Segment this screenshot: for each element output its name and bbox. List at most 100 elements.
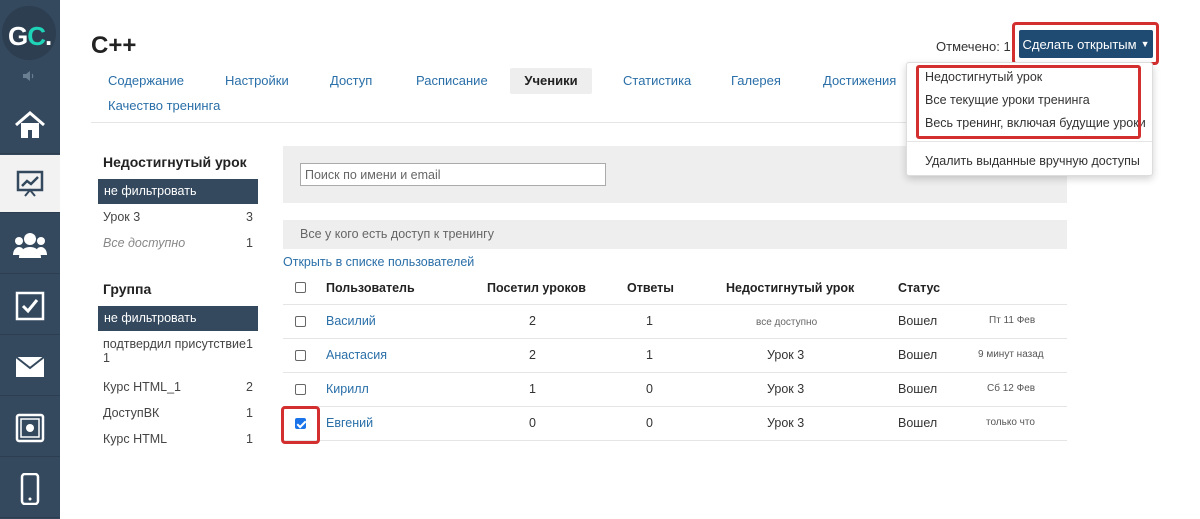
tab-students[interactable]: Ученики (510, 68, 592, 94)
filter-group-item[interactable]: ДоступВК 1 (103, 406, 253, 420)
visited-count: 1 (529, 382, 536, 396)
tab-content[interactable]: Содержание (108, 68, 184, 94)
last-visit-date: Пт 11 Фев (989, 315, 1036, 326)
answers-count: 1 (646, 314, 653, 328)
user-link[interactable]: Евгений (326, 416, 373, 430)
lesson-value: Урок 3 (767, 382, 805, 396)
sidebar-item-safe[interactable] (0, 399, 60, 457)
filter-label: Курс HTML (103, 432, 168, 446)
column-header-lesson[interactable]: Недостигнутый урок (726, 281, 854, 295)
last-visit-date: только что (986, 417, 1035, 428)
highlight-checked-row (281, 406, 320, 444)
highlight-dropdown-items (916, 65, 1141, 139)
filter-heading-group: Группа (103, 281, 152, 297)
status-value: Вошел (898, 348, 938, 362)
filter-group-item[interactable]: подтвердил присутствие 1 1 (103, 337, 253, 365)
column-header-user[interactable]: Пользователь (326, 281, 415, 295)
filter-lesson-no-filter[interactable]: не фильтровать (98, 179, 258, 204)
filter-group-item[interactable]: Курс HTML 1 (103, 432, 253, 446)
filter-count: 1 (246, 406, 253, 420)
filter-label: ДоступВК (103, 406, 160, 420)
filter-label-wrap: 1 (103, 351, 110, 365)
row-checkbox[interactable] (295, 316, 306, 327)
row-divider (283, 372, 1067, 373)
filter-heading-lesson: Недостигнутый урок (103, 154, 247, 170)
row-divider (283, 440, 1067, 441)
presentation-chart-icon (16, 170, 44, 197)
checkbox-icon (15, 291, 45, 320)
filter-count: 3 (246, 210, 253, 224)
sidebar-item-users[interactable] (0, 216, 60, 274)
filter-count: 1 (246, 236, 253, 250)
filter-label: Все доступно (103, 236, 186, 250)
visited-count: 2 (529, 314, 536, 328)
tab-gallery[interactable]: Галерея (731, 68, 781, 94)
dropdown-item-remove-manual-access[interactable]: Удалить выданные вручную доступы (925, 154, 1140, 168)
tab-settings[interactable]: Настройки (225, 68, 289, 94)
user-link[interactable]: Кирилл (326, 382, 369, 396)
lesson-value: все доступно (756, 317, 818, 328)
tab-achievements[interactable]: Достижения (823, 68, 896, 94)
visited-count: 2 (529, 348, 536, 362)
search-input[interactable] (300, 163, 606, 186)
filter-count: 2 (246, 380, 253, 394)
access-filter-bar[interactable]: Все у кого есть доступ к тренингу (283, 220, 1067, 249)
answers-count: 0 (646, 382, 653, 396)
main-sidebar: GC. (0, 0, 60, 519)
lesson-value: Урок 3 (767, 348, 805, 362)
last-visit-date: Сб 12 Фев (987, 383, 1036, 394)
logo-letter-g: G (8, 21, 28, 51)
filter-label: подтвердил присутствие (103, 337, 246, 351)
sidebar-item-messages[interactable] (0, 338, 60, 396)
answers-count: 0 (646, 416, 653, 430)
status-value: Вошел (898, 382, 938, 396)
filter-group-no-filter[interactable]: не фильтровать (98, 306, 258, 331)
tab-access[interactable]: Доступ (330, 68, 372, 94)
filter-count: 1 (246, 337, 253, 351)
column-header-visited[interactable]: Посетил уроков (487, 281, 586, 295)
filter-count: 1 (246, 432, 253, 446)
filter-lesson-item[interactable]: Урок 3 3 (103, 210, 253, 224)
phone-icon (20, 472, 40, 505)
user-link[interactable]: Василий (326, 314, 376, 328)
sidebar-item-trainings[interactable] (0, 155, 60, 213)
row-checkbox[interactable] (295, 384, 306, 395)
page-title: C++ (91, 32, 137, 59)
status-value: Вошел (898, 314, 938, 328)
status-value: Вошел (898, 416, 938, 430)
marked-count: Отмечено: 1 (936, 39, 1011, 54)
sidebar-item-tasks[interactable] (0, 277, 60, 335)
row-divider (283, 406, 1067, 407)
mail-icon (15, 355, 45, 377)
tab-training-quality[interactable]: Качество тренинга (108, 93, 220, 119)
safe-icon (15, 413, 45, 442)
filter-label: Урок 3 (103, 210, 141, 224)
select-all-checkbox[interactable] (295, 282, 306, 293)
dropdown-divider (907, 141, 1152, 142)
filter-group-item[interactable]: Курс HTML_1 2 (103, 380, 253, 394)
row-divider (283, 338, 1067, 339)
home-icon (15, 110, 45, 138)
filter-lesson-item[interactable]: Все доступно 1 (103, 236, 253, 250)
user-link[interactable]: Анастасия (326, 348, 387, 362)
logo-letter-c: C (27, 21, 46, 51)
logo[interactable]: GC. (2, 6, 56, 60)
open-in-users-list-link[interactable]: Открыть в списке пользователей (283, 255, 474, 269)
row-divider (283, 304, 1067, 305)
last-visit-date: 9 минут назад (978, 349, 1044, 360)
column-header-answers[interactable]: Ответы (627, 281, 674, 295)
answers-count: 1 (646, 348, 653, 362)
sidebar-item-home[interactable] (0, 96, 60, 154)
sidebar-item-mobile[interactable] (0, 460, 60, 518)
column-header-status[interactable]: Статус (898, 281, 940, 295)
row-checkbox[interactable] (295, 350, 306, 361)
visited-count: 0 (529, 416, 536, 430)
logo-dot: . (45, 21, 52, 51)
filter-label: Курс HTML_1 (103, 380, 181, 394)
highlight-make-open-button (1012, 22, 1159, 65)
users-icon (13, 232, 47, 258)
speaker-icon[interactable] (21, 70, 37, 85)
tab-statistics[interactable]: Статистика (623, 68, 691, 94)
lesson-value: Урок 3 (767, 416, 805, 430)
tab-schedule[interactable]: Расписание (416, 68, 488, 94)
